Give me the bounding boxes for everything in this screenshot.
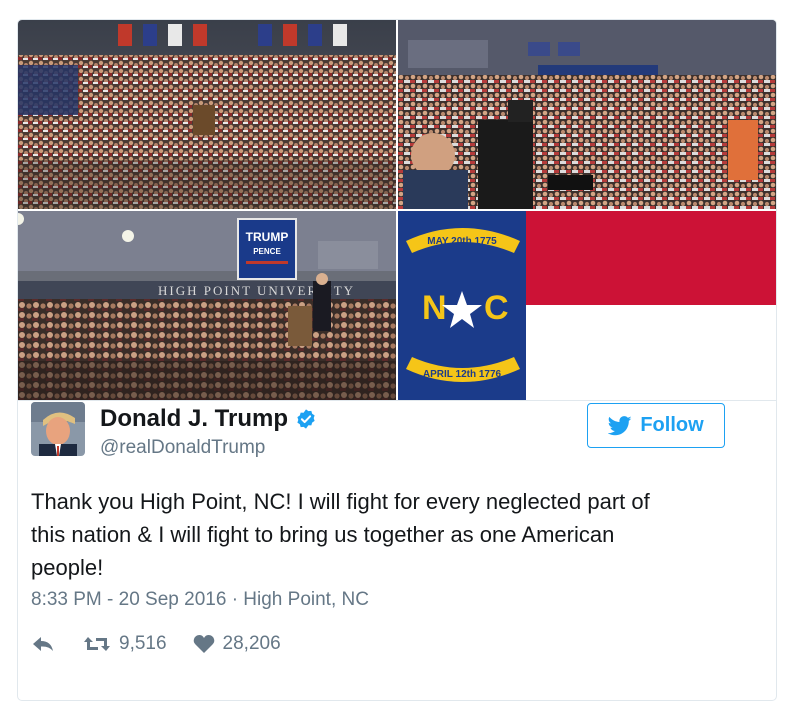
verified-badge-icon: [295, 408, 317, 430]
twitter-bird-icon: [608, 415, 632, 435]
sign-pence-text: PENCE: [253, 247, 281, 256]
tweet-text: Thank you High Point, NC! I will fight f…: [31, 485, 731, 584]
retweet-count: 9,516: [119, 633, 167, 654]
tweet-text-line: people!: [31, 555, 104, 580]
like-count: 28,206: [222, 633, 281, 654]
tweet-text-line: Thank you High Point, NC! I will fight f…: [31, 489, 650, 514]
author-handle[interactable]: @realDonaldTrump: [100, 437, 265, 459]
rally-podium-photo[interactable]: TRUMP PENCE HIGH POINT UNIVERSITY: [18, 211, 396, 400]
north-carolina-flag-image[interactable]: MAY 20th 1775 N C APRIL 12th 1776: [398, 211, 776, 400]
flag-letter-c: C: [484, 289, 509, 327]
like-button[interactable]: 28,206: [193, 633, 281, 655]
rally-crowd-photo-2[interactable]: [398, 20, 776, 209]
author-name[interactable]: Donald J. Trump: [100, 405, 317, 433]
rally-crowd-photo-1[interactable]: [18, 20, 396, 209]
flag-bottom-scroll-text: APRIL 12th 1776: [423, 369, 502, 380]
tweet-actions: 9,516 28,206: [31, 630, 281, 658]
tweet-text-line: this nation & I will fight to bring us t…: [31, 522, 615, 547]
retweet-icon: [84, 637, 110, 651]
heart-icon: [193, 635, 214, 653]
retweet-button[interactable]: 9,516: [83, 633, 167, 655]
reply-button[interactable]: [31, 635, 55, 653]
reply-icon: [33, 637, 53, 651]
tweet-timestamp-location[interactable]: 8:33 PM - 20 Sep 2016 · High Point, NC: [31, 589, 369, 611]
follow-button-label: Follow: [640, 414, 704, 436]
follow-button[interactable]: Follow: [587, 403, 725, 448]
flag-top-scroll-text: MAY 20th 1775: [427, 236, 497, 247]
author-name-text[interactable]: Donald J. Trump: [100, 405, 288, 433]
tweet-media-grid: TRUMP PENCE HIGH POINT UNIVERSITY MAY 20…: [18, 20, 776, 400]
sign-trump-text: TRUMP: [246, 230, 289, 244]
author-avatar[interactable]: [31, 402, 85, 456]
media-divider: [18, 400, 776, 401]
flag-letter-n: N: [422, 289, 447, 327]
